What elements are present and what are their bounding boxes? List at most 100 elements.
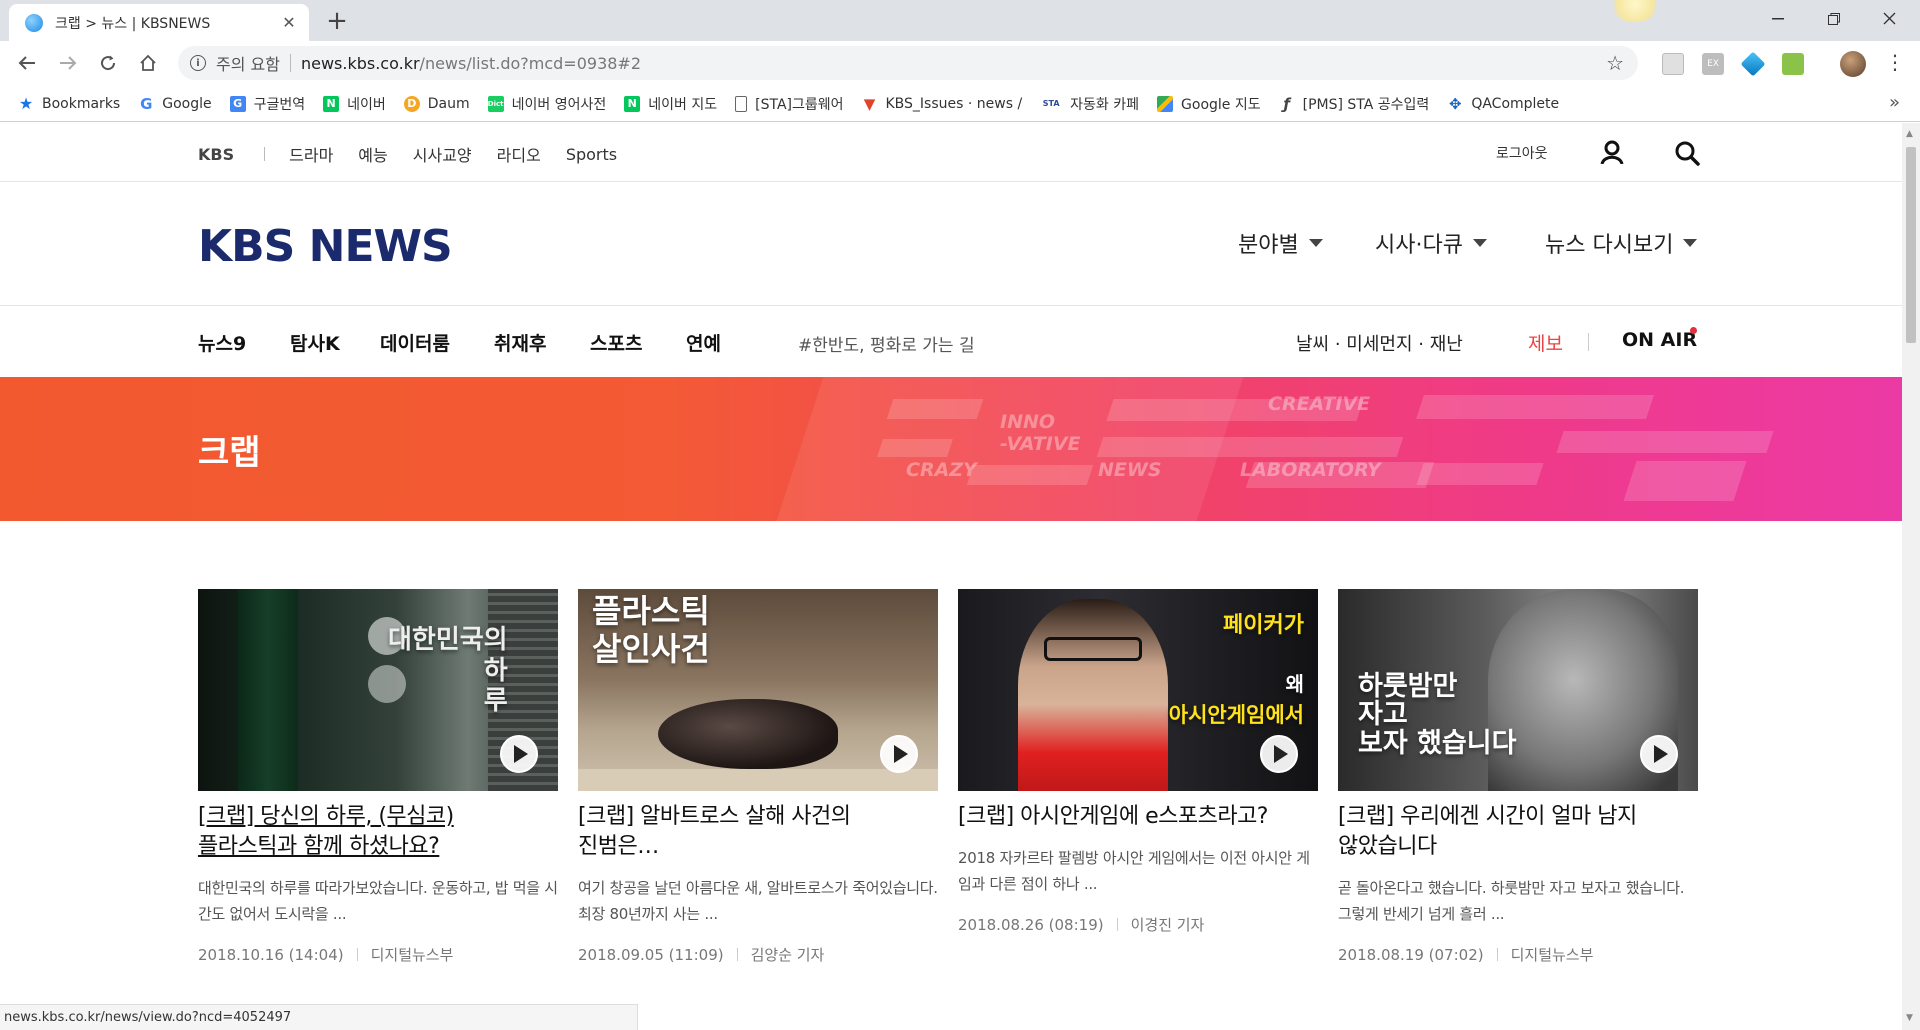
bookmark-item[interactable]: ★ Bookmarks: [18, 94, 120, 113]
scroll-down-icon[interactable]: ▼: [1906, 1013, 1913, 1023]
card-author: 디지털뉴스부: [370, 946, 454, 964]
thumb-deco: [1018, 599, 1168, 791]
extension-green-icon[interactable]: [1782, 53, 1804, 75]
url-host: news.kbs.co.kr: [300, 53, 420, 73]
page-scrollbar[interactable]: ▲ ▼: [1902, 123, 1920, 1030]
news-card[interactable]: 하룻밤만 자고 보자 했습니다 [크랩] 우리에겐 시간이 얼마 남지 않았습니…: [1338, 589, 1698, 965]
scroll-thumb[interactable]: [1906, 147, 1916, 343]
subnav-item-news9[interactable]: 뉴스9: [198, 329, 246, 356]
address-bar[interactable]: i 주의 요함 news.kbs.co.kr /news/list.do?mcd…: [178, 46, 1638, 80]
kbs-favicon-icon: [25, 13, 43, 32]
extension-ex-icon[interactable]: EX: [1702, 53, 1724, 75]
card-title[interactable]: [크랩] 아시안게임에 e스포츠라고?: [958, 802, 1318, 832]
close-window-button[interactable]: [1862, 0, 1917, 37]
gnb-item-entertainment[interactable]: 예능: [358, 142, 387, 166]
play-button[interactable]: [1260, 735, 1298, 773]
bookmark-item[interactable]: N 네이버 지도: [624, 94, 717, 114]
search-icon[interactable]: [1674, 140, 1700, 170]
chevron-down-icon: [1308, 239, 1323, 247]
subnav-item-dataroom[interactable]: 데이터룸: [380, 329, 450, 356]
card-title[interactable]: [크랩] 우리에겐 시간이 얼마 남지 않았습니다: [1338, 802, 1698, 862]
gnb-item-sports[interactable]: Sports: [566, 145, 617, 164]
menu-news-replay[interactable]: 뉴스 다시보기: [1545, 227, 1698, 259]
subnav-item-tamsa[interactable]: 탐사K: [290, 329, 340, 356]
home-button[interactable]: [132, 47, 164, 79]
scroll-up-icon[interactable]: ▲: [1906, 129, 1913, 139]
card-author: 김양순 기자: [750, 946, 825, 964]
card-meta: 2018.10.16 (14:04) 디지털뉴스부: [198, 944, 558, 965]
banner-deco-shape: [966, 465, 1094, 485]
info-icon[interactable]: i: [190, 55, 206, 71]
subnav-item-sports[interactable]: 스포츠: [590, 329, 642, 356]
meta-divider: [1496, 948, 1498, 961]
bookmark-star-icon[interactable]: ☆: [1606, 51, 1624, 75]
thumbnail-caption: 대한민국의 하 루: [388, 625, 508, 717]
bookmark-item[interactable]: G 구글번역: [229, 94, 305, 114]
bookmark-label: 네이버: [347, 96, 386, 113]
play-button[interactable]: [1640, 735, 1678, 773]
bookmark-item[interactable]: D Daum: [403, 95, 470, 112]
extension-cast-icon[interactable]: [1662, 53, 1684, 75]
kbs-news-logo[interactable]: KBS NEWS: [198, 221, 453, 272]
back-button[interactable]: [11, 47, 43, 79]
card-title[interactable]: [크랩] 당신의 하루, (무심코) 플라스틱과 함께 하셨나요?: [198, 802, 558, 862]
news-card[interactable]: 대한민국의 하 루 [크랩] 당신의 하루, (무심코) 플라스틱과 함께 하셨…: [198, 589, 558, 965]
card-thumbnail[interactable]: 하룻밤만 자고 보자 했습니다: [1338, 589, 1698, 791]
card-author: 디지털뉴스부: [1510, 946, 1594, 964]
banner-deco-text: LABORATORY: [1240, 459, 1381, 481]
card-thumbnail[interactable]: 대한민국의 하 루: [198, 589, 558, 791]
play-button[interactable]: [880, 735, 918, 773]
subnav-hashtag[interactable]: #한반도, 평화로 가는 길: [798, 331, 975, 356]
bookmark-item[interactable]: ▼ KBS_Issues · news /: [862, 95, 1022, 113]
bookmarks-overflow-icon[interactable]: »: [1889, 92, 1900, 113]
forward-button[interactable]: [52, 47, 84, 79]
thumbnail-caption: 왜: [1285, 672, 1304, 696]
thumbnail-caption: 아시안게임에서: [1168, 703, 1304, 727]
gnb-item-radio[interactable]: 라디오: [497, 142, 541, 166]
bookmark-item[interactable]: N 네이버: [323, 94, 386, 114]
new-tab-button[interactable]: +: [322, 6, 352, 36]
bookmark-label: Daum: [427, 95, 470, 112]
bookmark-item[interactable]: Dict 네이버 영어사전: [487, 94, 606, 114]
subnav-item-afterstory[interactable]: 취재후: [494, 329, 546, 356]
reload-button[interactable]: [92, 47, 124, 79]
user-icon[interactable]: [1600, 140, 1624, 168]
subnav-weather[interactable]: 날씨 · 미세먼지 · 재난: [1296, 330, 1463, 356]
card-thumbnail[interactable]: 플라스틱 살인사건: [578, 589, 938, 791]
subnav-onair[interactable]: ON AIR: [1622, 329, 1697, 351]
subnav-divider: [1588, 333, 1589, 351]
news-card[interactable]: 페이커가 왜 아시안게임에서 [크랩] 아시안게임에 e스포츠라고? 2018 …: [958, 589, 1318, 935]
bookmark-item[interactable]: ✥ QAComplete: [1447, 95, 1559, 113]
tab-close-icon[interactable]: ✕: [279, 13, 299, 32]
thumb-deco: [238, 589, 298, 791]
gnb-item-drama[interactable]: 드라마: [289, 142, 333, 166]
extension-diamond-icon[interactable]: [1740, 51, 1766, 77]
bookmark-item[interactable]: G Google: [138, 95, 212, 113]
browser-menu-icon[interactable]: ⋮: [1885, 50, 1905, 74]
profile-avatar[interactable]: [1840, 51, 1866, 77]
card-title[interactable]: [크랩] 알바트로스 살해 사건의 진범은…: [578, 802, 938, 862]
bookmark-item[interactable]: [STA]그룹웨어: [735, 94, 844, 114]
bookmark-item[interactable]: STA 자동화 카페: [1040, 94, 1139, 114]
browser-tab[interactable]: 크랩 > 뉴스 | KBSNEWS ✕: [9, 4, 309, 41]
subnav-item-entertainment[interactable]: 연예: [686, 329, 721, 356]
gnb-item-culture[interactable]: 시사교양: [413, 142, 472, 166]
redmine-icon: ƒ: [1283, 94, 1290, 113]
news-card[interactable]: 플라스틱 살인사건 [크랩] 알바트로스 살해 사건의 진범은… 여기 창공을 …: [578, 589, 938, 965]
card-description: 곧 돌아온다고 했습니다. 하룻밤만 자고 보자고 했습니다. 그렇게 반세기 …: [1338, 879, 1685, 923]
menu-current-affairs[interactable]: 시사·다큐: [1375, 227, 1487, 259]
bookmark-item[interactable]: Google 지도: [1157, 94, 1261, 114]
minimize-button[interactable]: [1750, 0, 1805, 37]
menu-category[interactable]: 분야별: [1238, 227, 1323, 259]
thumbnail-caption: 하룻밤만 자고 보자 했습니다: [1358, 671, 1517, 759]
theme-decoration: [1610, 0, 1660, 22]
banner-title: 크랩: [198, 433, 261, 473]
thumbnail-caption: 페이커가: [1223, 613, 1304, 638]
play-button[interactable]: [500, 735, 538, 773]
subnav-report[interactable]: 제보: [1528, 329, 1563, 356]
restore-button[interactable]: [1806, 0, 1861, 37]
gnb-brand[interactable]: KBS: [198, 145, 234, 164]
logout-link[interactable]: 로그아웃: [1496, 143, 1548, 163]
bookmark-item[interactable]: ƒ [PMS] STA 공수입력: [1279, 94, 1429, 114]
card-thumbnail[interactable]: 페이커가 왜 아시안게임에서: [958, 589, 1318, 791]
